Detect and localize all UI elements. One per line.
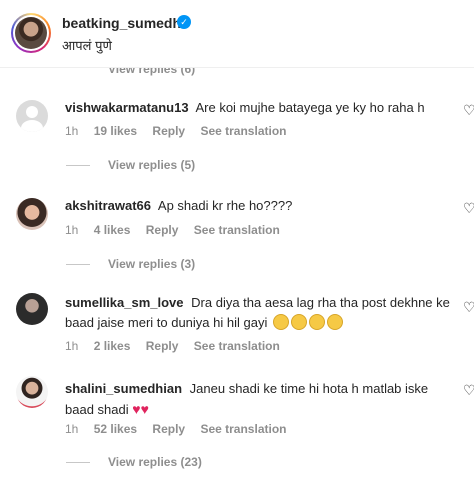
comment-username[interactable]: shalini_sumedhian: [65, 381, 182, 396]
comment-meta: 1h 19 likes Reply See translation: [65, 124, 298, 138]
header-location[interactable]: आपलं पुणे: [62, 36, 112, 54]
heart-outline-icon[interactable]: ♡: [463, 299, 474, 316]
comment-likes[interactable]: 2 likes: [94, 339, 131, 353]
comment-body: Ap shadi kr rhe ho????: [157, 198, 293, 213]
reply-button[interactable]: Reply: [152, 124, 185, 138]
comment-username[interactable]: sumellika_sm_love: [65, 295, 184, 310]
comment-likes[interactable]: 52 likes: [94, 422, 137, 436]
reply-button[interactable]: Reply: [146, 223, 179, 237]
see-translation-button[interactable]: See translation: [200, 422, 286, 436]
see-translation-button[interactable]: See translation: [194, 223, 280, 237]
comment-meta: 1h 2 likes Reply See translation: [65, 339, 292, 353]
heart-outline-icon[interactable]: ♡: [463, 102, 474, 119]
comment-text: akshitrawat66 Ap shadi kr rhe ho????: [65, 196, 455, 216]
comment-body: Are koi mujhe batayega ye ky ho raha h: [195, 100, 425, 115]
see-translation-button[interactable]: See translation: [200, 124, 286, 138]
reply-button[interactable]: Reply: [146, 339, 179, 353]
crying-emoji-icon: [326, 314, 343, 330]
heart-outline-icon[interactable]: ♡: [463, 382, 474, 399]
avatar[interactable]: [16, 100, 48, 132]
avatar[interactable]: [16, 376, 48, 408]
reply-button[interactable]: Reply: [152, 422, 185, 436]
profile-avatar[interactable]: [11, 13, 51, 53]
see-translation-button[interactable]: See translation: [194, 339, 280, 353]
sad-emoji-icon: [290, 314, 307, 330]
comment-text: vishwakarmatanu13 Are koi mujhe batayega…: [65, 98, 455, 118]
header-username[interactable]: beatking_sumedh: [62, 15, 181, 31]
comment-time: 1h: [65, 124, 79, 138]
post-header: beatking_sumedh ✓ आपलं पुणे: [0, 0, 474, 68]
avatar[interactable]: [16, 198, 48, 230]
heart-outline-icon[interactable]: ♡: [463, 200, 474, 217]
comment-likes[interactable]: 19 likes: [94, 124, 137, 138]
comment-username[interactable]: akshitrawat66: [65, 198, 151, 213]
view-replies-button[interactable]: View replies (23): [66, 455, 202, 469]
comment-text: sumellika_sm_love Dra diya tha aesa lag …: [65, 293, 455, 333]
view-replies-label: View replies (3): [108, 257, 196, 271]
comment-meta: 1h 4 likes Reply See translation: [65, 223, 292, 237]
replies-divider: [66, 264, 90, 266]
verified-badge-icon: ✓: [177, 15, 191, 29]
crying-emoji-icon: [308, 314, 325, 330]
comment-time: 1h: [65, 339, 79, 353]
comment-text: shalini_sumedhian Janeu shadi ke time hi…: [65, 379, 455, 420]
view-replies-label: View replies (23): [108, 455, 202, 469]
replies-divider: [66, 165, 90, 167]
comment-meta: 1h 52 likes Reply See translation: [65, 422, 298, 436]
sad-emoji-icon: [272, 314, 289, 330]
comment-time: 1h: [65, 422, 79, 436]
view-replies-button[interactable]: View replies (5): [66, 158, 195, 172]
comment-username[interactable]: vishwakarmatanu13: [65, 100, 189, 115]
comment-likes[interactable]: 4 likes: [94, 223, 131, 237]
view-replies-label: View replies (5): [108, 158, 196, 172]
replies-divider: [66, 462, 90, 464]
view-replies-button[interactable]: View replies (3): [66, 257, 195, 271]
comment-time: 1h: [65, 223, 79, 237]
avatar[interactable]: [16, 293, 48, 325]
red-heart-emoji-icon: ♥♥: [132, 401, 149, 417]
